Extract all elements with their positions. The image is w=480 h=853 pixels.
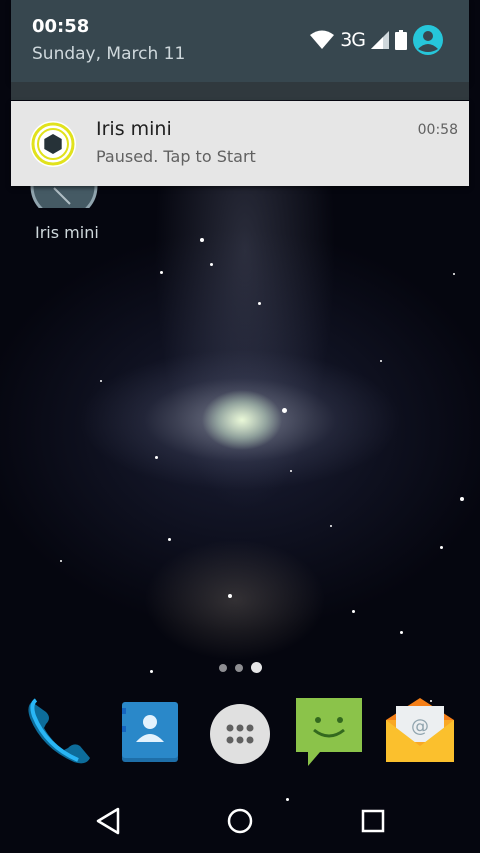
app-drawer-icon[interactable] [204,696,276,768]
email-icon[interactable]: @ [384,696,456,768]
page-indicator [219,662,262,673]
star [330,525,332,527]
page-dot-active [251,662,262,673]
wifi-icon [310,30,335,49]
star [60,560,62,562]
date: Sunday, March 11 [32,44,186,64]
battery-icon [395,30,407,50]
home-icon[interactable] [220,803,260,839]
star [290,470,292,472]
notification-message: Paused. Tap to Start [96,147,256,166]
notification-time: 00:58 [417,122,458,138]
star [168,538,171,541]
signal-icon [371,31,389,49]
star [210,263,213,266]
shade-divider [11,82,469,100]
star [440,546,443,549]
star [258,302,261,305]
contacts-icon[interactable] [114,696,186,768]
app-label[interactable]: Iris mini [35,223,99,242]
network-type-label: 3G [340,29,366,51]
star [160,271,163,274]
recents-icon[interactable] [353,803,393,839]
star [453,273,455,275]
page-dot [219,663,227,672]
star [100,380,102,382]
star [400,631,403,634]
star [286,798,289,801]
clock: 00:58 [32,16,90,37]
notification-title: Iris mini [96,118,172,140]
star [460,497,464,501]
iris-aperture-icon [30,121,76,167]
messaging-icon[interactable] [294,696,366,768]
phone-icon[interactable] [24,696,96,768]
page-dot [235,663,243,672]
back-icon[interactable] [88,803,128,839]
notification-card[interactable]: Iris mini Paused. Tap to Start 00:58 [11,101,469,186]
status-icons: 3G [310,25,443,55]
star [352,610,355,613]
star [380,360,382,362]
star [228,594,232,598]
account-icon[interactable] [413,25,443,55]
svg-text:@: @ [411,716,429,737]
star [200,238,204,242]
star [155,456,158,459]
star [150,670,153,673]
iris-mini-app-icon[interactable] [30,186,98,208]
star [282,408,287,413]
quick-settings-header[interactable]: 00:58 Sunday, March 11 3G [11,0,469,82]
